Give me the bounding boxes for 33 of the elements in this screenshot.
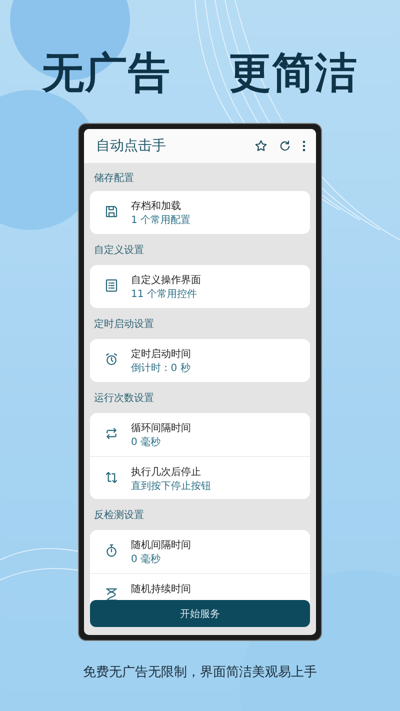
hourglass-icon — [104, 587, 119, 602]
headline-text: 无广告 — [42, 47, 171, 99]
item-subtitle: 0 毫秒 — [131, 554, 162, 565]
list-icon — [104, 278, 119, 293]
item-subtitle: 直到按下停止按钮 — [131, 481, 211, 492]
alarm-clock-icon — [104, 352, 119, 367]
section-title: 自定义设置 — [93, 244, 145, 258]
item-subtitle: 11 个常用控件 — [131, 289, 198, 300]
headline-text: 更简洁 — [229, 47, 358, 99]
item-title: 循环间隔时间 — [131, 422, 191, 435]
loop-icon — [104, 470, 119, 485]
item-title: 定时启动时间 — [131, 348, 191, 361]
item-title: 随机持续时间 — [131, 582, 191, 596]
save-icon — [104, 204, 119, 219]
item-title: 执行几次后停止 — [131, 466, 202, 479]
caption-text: 免费无广告无限制，界面简洁美观易上手 — [83, 664, 317, 681]
app-title: 自动点击手 — [96, 137, 167, 155]
star-icon[interactable] — [254, 139, 268, 153]
section-title: 反检测设置 — [93, 508, 145, 523]
item-title: 自定义操作界面 — [131, 274, 201, 287]
item-subtitle: 倒计时 : 0 秒 — [131, 363, 191, 374]
item-title: 存档和加载 — [131, 200, 182, 213]
refresh-icon[interactable] — [278, 139, 292, 153]
item-subtitle: 1 个常用配置 — [131, 215, 191, 226]
item-title: 随机间隔时间 — [131, 538, 191, 552]
more-icon[interactable] — [302, 139, 306, 153]
repeat-icon — [104, 426, 119, 441]
section-title: 运行次数设置 — [93, 392, 155, 406]
stopwatch-icon — [104, 543, 119, 558]
section-title: 储存配置 — [93, 172, 135, 186]
item-subtitle: 0 毫秒 — [131, 437, 162, 448]
section-title: 定时启动设置 — [93, 318, 155, 332]
start-service-button[interactable]: 开始服务 — [90, 600, 310, 627]
